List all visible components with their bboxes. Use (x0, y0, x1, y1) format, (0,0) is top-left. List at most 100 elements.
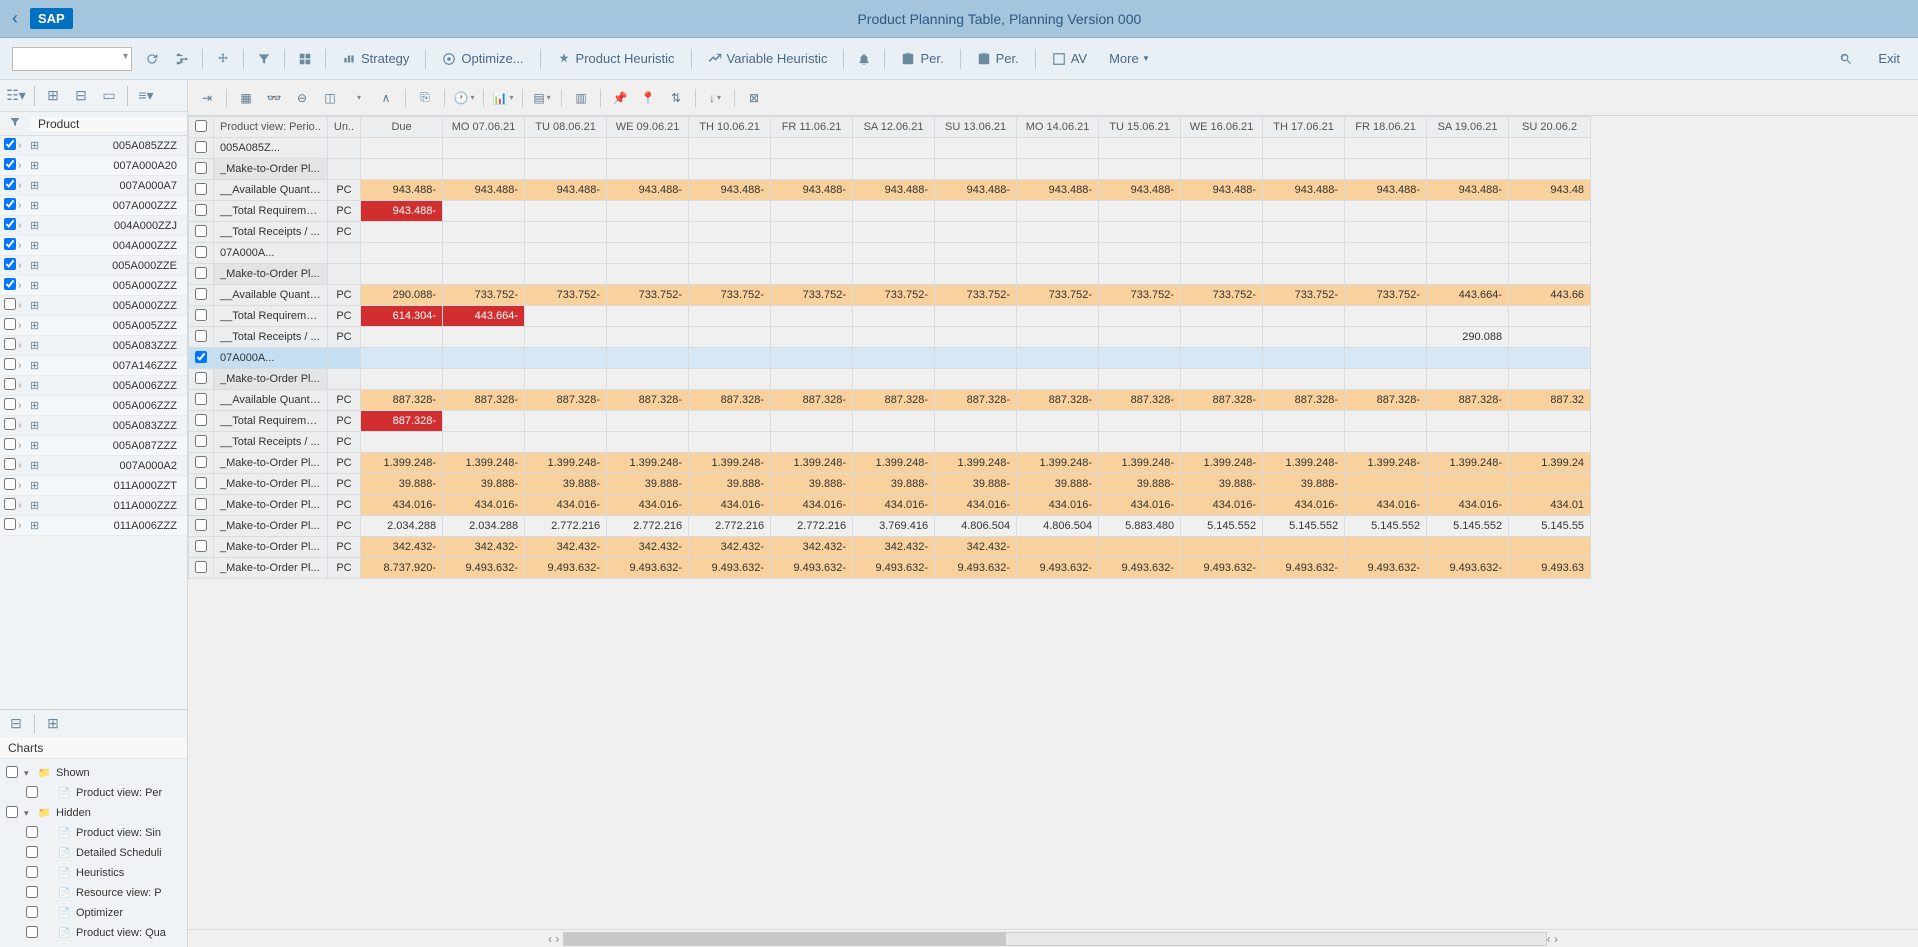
ct-collapse-icon[interactable]: ⊖ (291, 87, 313, 109)
table-row[interactable]: 005A085Z... (189, 138, 1591, 159)
table-cell[interactable] (935, 222, 1017, 243)
product-checkbox[interactable] (4, 158, 16, 170)
table-cell[interactable] (1017, 159, 1099, 180)
table-header[interactable]: MO 07.06.21 (443, 117, 525, 138)
table-cell[interactable] (935, 369, 1017, 390)
table-cell[interactable]: 1.399.248- (771, 453, 853, 474)
table-cell[interactable] (1181, 201, 1263, 222)
table-cell[interactable] (525, 369, 607, 390)
row-checkbox[interactable] (195, 141, 207, 153)
ct-close-icon[interactable]: ⊠ (743, 87, 765, 109)
per1-button[interactable]: Per. (895, 47, 949, 70)
table-cell[interactable] (853, 411, 935, 432)
expand-icon[interactable]: › (18, 200, 30, 211)
table-cell[interactable] (853, 369, 935, 390)
ct-glasses-icon[interactable]: 👓 (263, 87, 285, 109)
row-checkbox[interactable] (195, 330, 207, 342)
table-cell[interactable] (1263, 159, 1345, 180)
product-checkbox[interactable] (4, 498, 16, 510)
chart-checkbox[interactable] (6, 806, 18, 818)
product-checkbox[interactable] (4, 218, 16, 230)
table-cell[interactable]: 9.493.632- (607, 558, 689, 579)
chart-tree-row[interactable]: 📄 Detailed Scheduli (0, 843, 187, 863)
table-cell[interactable] (1017, 222, 1099, 243)
expand-icon[interactable]: › (18, 440, 30, 451)
table-cell[interactable]: 2.034.288 (361, 516, 443, 537)
table-cell[interactable]: 342.432- (361, 537, 443, 558)
table-header[interactable]: MO 14.06.21 (1017, 117, 1099, 138)
product-checkbox[interactable] (4, 458, 16, 470)
table-cell[interactable]: 733.752- (1263, 285, 1345, 306)
row-checkbox[interactable] (195, 246, 207, 258)
table-cell[interactable] (607, 222, 689, 243)
table-cell[interactable] (853, 222, 935, 243)
table-cell[interactable] (689, 411, 771, 432)
chart-tree-row[interactable]: 📄 Product view: Qua (0, 923, 187, 943)
table-cell[interactable] (1181, 138, 1263, 159)
table-cell[interactable] (1017, 201, 1099, 222)
table-cell[interactable]: 943.48 (1509, 180, 1591, 201)
table-cell[interactable] (1099, 159, 1181, 180)
table-cell[interactable]: 733.752- (1017, 285, 1099, 306)
table-cell[interactable] (443, 411, 525, 432)
arrows-icon[interactable] (213, 49, 233, 69)
table-cell[interactable] (1099, 243, 1181, 264)
chart-checkbox[interactable] (26, 786, 38, 798)
table-cell[interactable] (525, 264, 607, 285)
table-cell[interactable] (1263, 222, 1345, 243)
table-cell[interactable]: 943.488- (689, 180, 771, 201)
table-cell[interactable]: 733.752- (1181, 285, 1263, 306)
bell-icon[interactable] (854, 49, 874, 69)
table-cell[interactable]: 1.399.24 (1509, 453, 1591, 474)
table-cell[interactable]: 1.399.248- (1263, 453, 1345, 474)
table-cell[interactable]: 5.145.552 (1181, 516, 1263, 537)
ct-pin2-icon[interactable]: 📍 (637, 87, 659, 109)
table-cell[interactable] (525, 348, 607, 369)
table-cell[interactable]: 943.488- (935, 180, 1017, 201)
table-cell[interactable]: 943.488- (1181, 180, 1263, 201)
table-cell[interactable] (361, 432, 443, 453)
table-cell[interactable] (853, 201, 935, 222)
table-cell[interactable]: 434.016- (1427, 495, 1509, 516)
table-cell[interactable]: 887.328- (1017, 390, 1099, 411)
row-checkbox[interactable] (195, 414, 207, 426)
table-cell[interactable] (853, 159, 935, 180)
table-cell[interactable] (607, 264, 689, 285)
table-cell[interactable] (1181, 327, 1263, 348)
table-cell[interactable] (935, 327, 1017, 348)
table-cell[interactable] (525, 138, 607, 159)
table-header[interactable]: TH 10.06.21 (689, 117, 771, 138)
expand-icon[interactable]: › (18, 280, 30, 291)
table-cell[interactable]: 434.016- (1017, 495, 1099, 516)
expand-icon[interactable]: › (18, 160, 30, 171)
table-header[interactable]: SA 19.06.21 (1427, 117, 1509, 138)
optimize-button[interactable]: Optimize... (436, 47, 529, 70)
table-cell[interactable]: 887.328- (361, 411, 443, 432)
table-cell[interactable] (1263, 243, 1345, 264)
ct-grid-icon[interactable]: ▦ (235, 87, 257, 109)
table-cell[interactable] (771, 138, 853, 159)
table-cell[interactable]: 342.432- (443, 537, 525, 558)
table-cell[interactable]: 9.493.632- (689, 558, 771, 579)
table-cell[interactable] (607, 327, 689, 348)
table-cell[interactable]: 3.769.416 (853, 516, 935, 537)
product-checkbox[interactable] (4, 398, 16, 410)
table-cell[interactable] (525, 222, 607, 243)
table-cell[interactable] (853, 306, 935, 327)
table-cell[interactable]: 9.493.632- (443, 558, 525, 579)
table-cell[interactable]: 887.328- (525, 390, 607, 411)
table-header[interactable]: FR 11.06.21 (771, 117, 853, 138)
table-cell[interactable] (1263, 432, 1345, 453)
table-cell[interactable] (1181, 369, 1263, 390)
table-cell[interactable] (935, 348, 1017, 369)
table-row[interactable]: _Make-to-Order Pl... PC39.888-39.888-39.… (189, 474, 1591, 495)
table-cell[interactable] (1181, 243, 1263, 264)
table-cell[interactable] (1345, 264, 1427, 285)
table-cell[interactable] (1427, 369, 1509, 390)
table-cell[interactable] (1017, 243, 1099, 264)
table-cell[interactable]: 943.488- (1263, 180, 1345, 201)
variable-heuristic-button[interactable]: Variable Heuristic (702, 47, 834, 70)
sb-icon3[interactable]: ▭ (99, 86, 119, 106)
table-cell[interactable]: 2.772.216 (689, 516, 771, 537)
table-cell[interactable] (1509, 243, 1591, 264)
